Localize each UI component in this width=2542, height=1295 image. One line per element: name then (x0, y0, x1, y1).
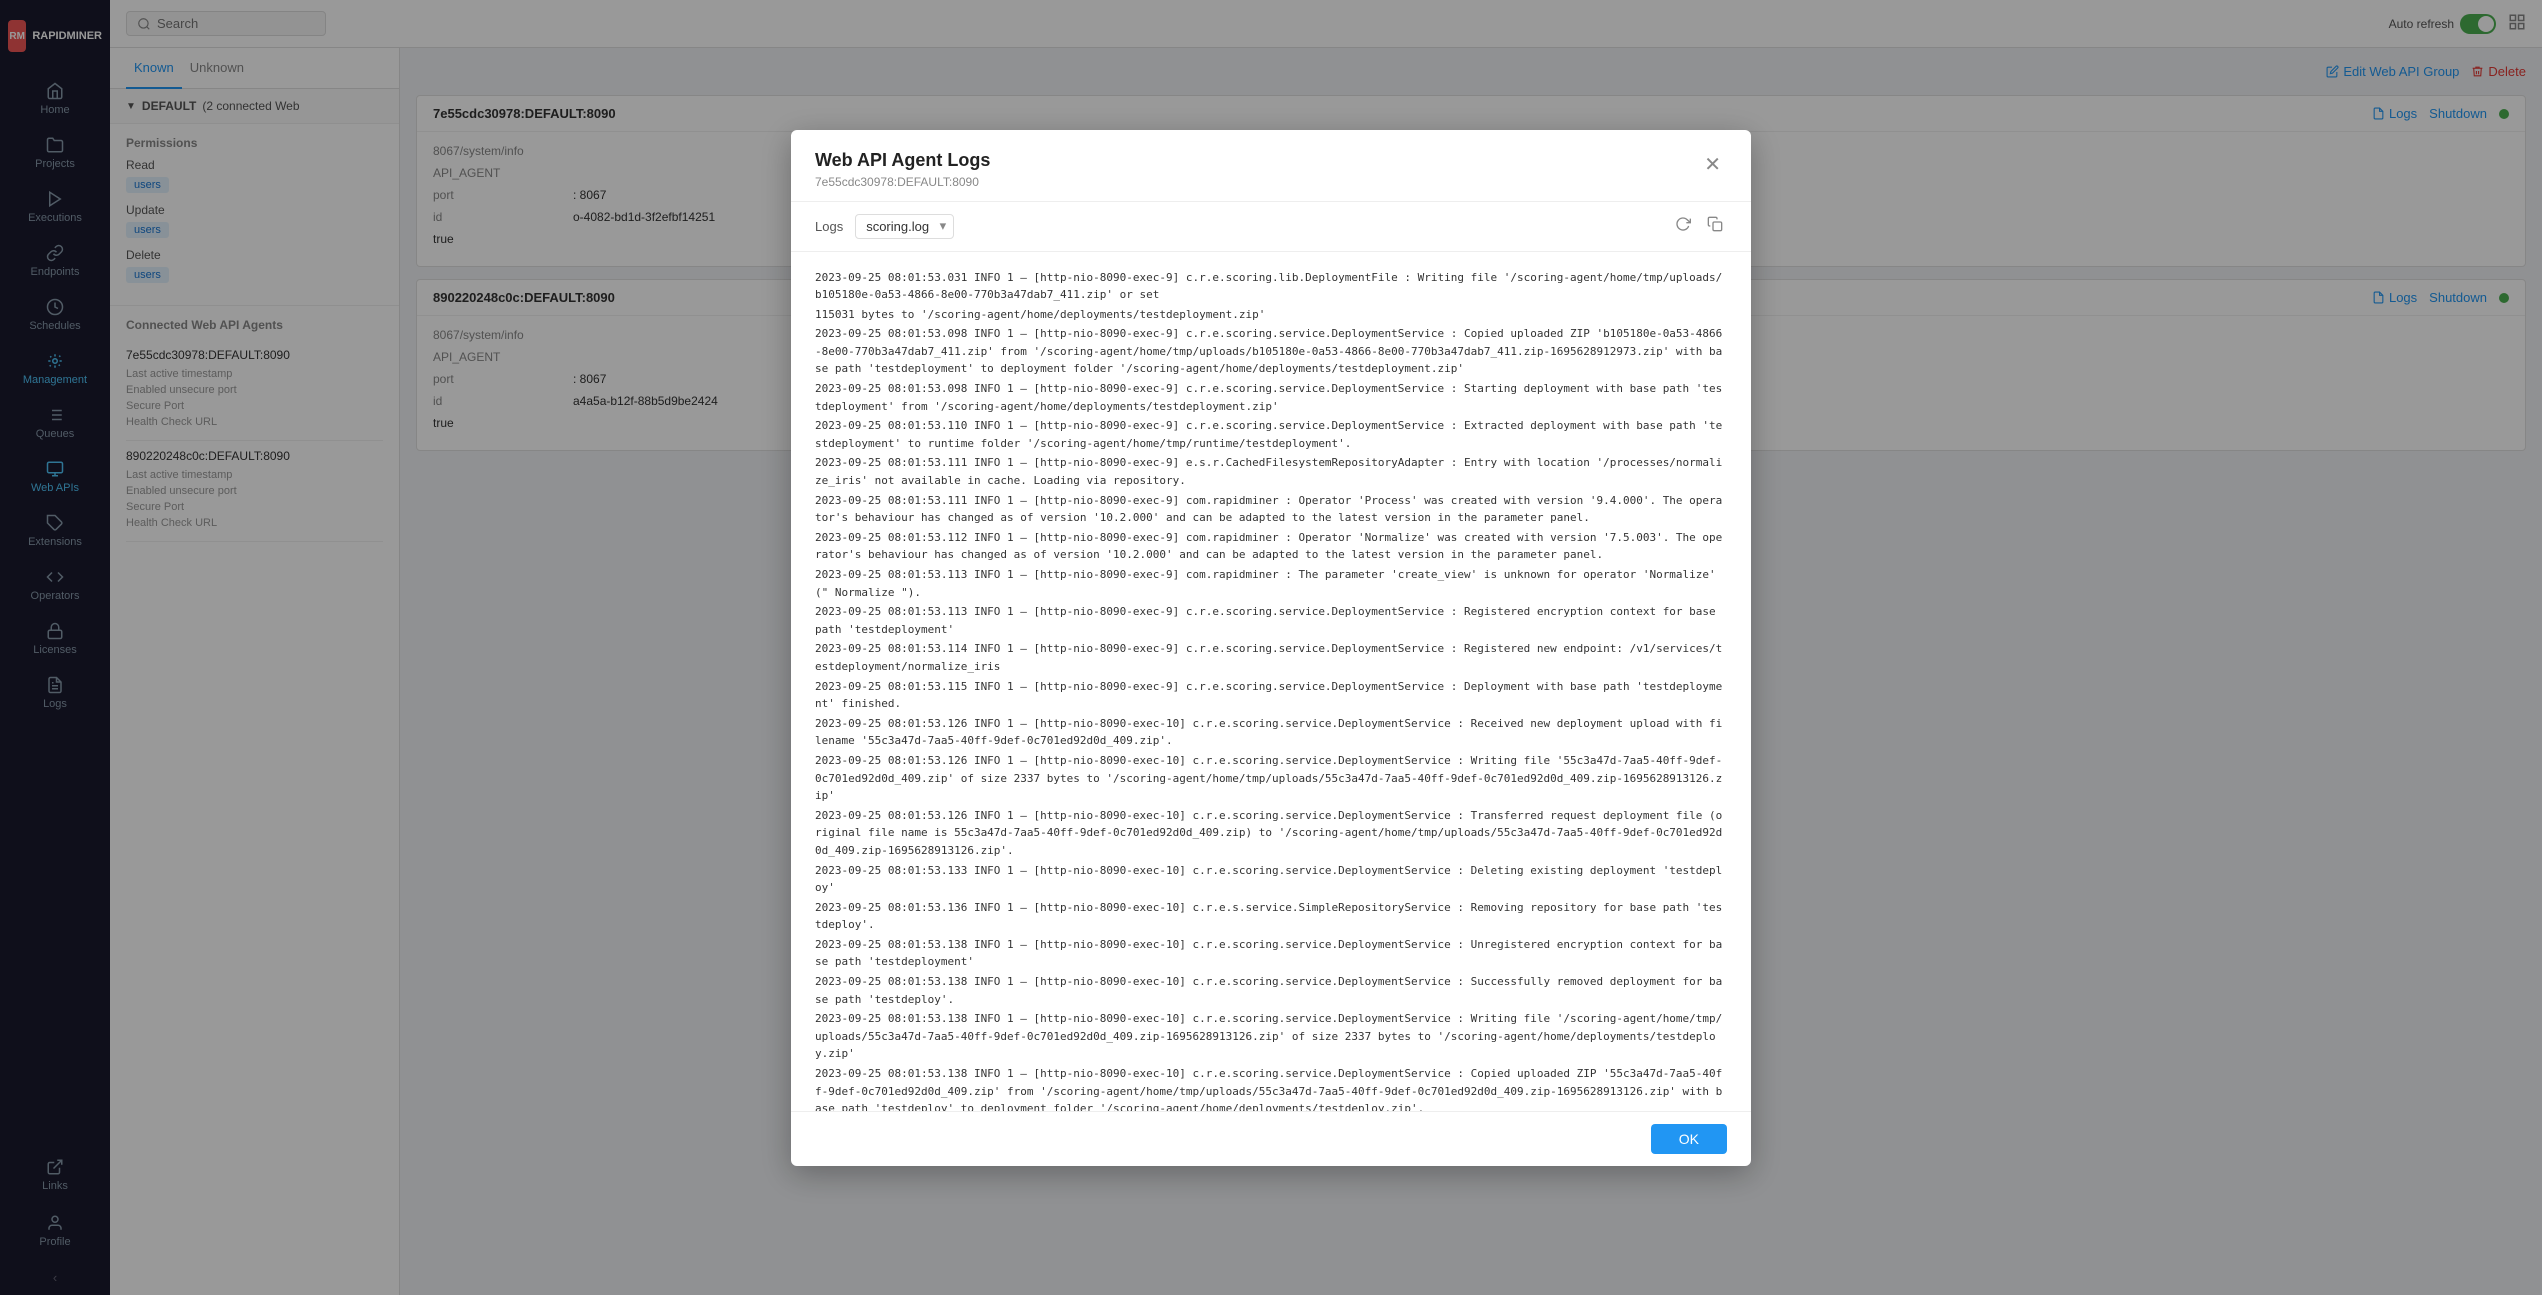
log-file-select[interactable]: scoring.log (855, 214, 954, 239)
log-line: 2023-09-25 08:01:53.115 INFO 1 — [http-n… (815, 677, 1727, 714)
log-line: 2023-09-25 08:01:53.138 INFO 1 — [http-n… (815, 1009, 1727, 1064)
modal-footer: OK (791, 1111, 1751, 1166)
log-line: 2023-09-25 08:01:53.098 INFO 1 — [http-n… (815, 379, 1727, 416)
log-line: 2023-09-25 08:01:53.126 INFO 1 — [http-n… (815, 714, 1727, 751)
modal-toolbar: Logs scoring.log ▾ (791, 202, 1751, 252)
log-line: 2023-09-25 08:01:53.098 INFO 1 — [http-n… (815, 324, 1727, 379)
modal-overlay[interactable]: Web API Agent Logs 7e55cdc30978:DEFAULT:… (0, 0, 2542, 1295)
log-line: 2023-09-25 08:01:53.111 INFO 1 — [http-n… (815, 491, 1727, 528)
log-line: 2023-09-25 08:01:53.138 INFO 1 — [http-n… (815, 972, 1727, 1009)
log-line: 2023-09-25 08:01:53.114 INFO 1 — [http-n… (815, 639, 1727, 676)
log-line: 2023-09-25 08:01:53.110 INFO 1 — [http-n… (815, 416, 1727, 453)
log-line: 2023-09-25 08:01:53.136 INFO 1 — [http-n… (815, 898, 1727, 935)
ok-button[interactable]: OK (1651, 1124, 1727, 1154)
modal-body: 2023-09-25 08:01:53.031 INFO 1 — [http-n… (791, 252, 1751, 1111)
log-line: 2023-09-25 08:01:53.031 INFO 1 — [http-n… (815, 268, 1727, 305)
log-select-container: scoring.log ▾ (855, 214, 954, 239)
logs-label: Logs (815, 219, 843, 234)
refresh-logs-button[interactable] (1671, 212, 1695, 241)
log-line: 2023-09-25 08:01:53.113 INFO 1 — [http-n… (815, 602, 1727, 639)
log-line: 2023-09-25 08:01:53.113 INFO 1 — [http-n… (815, 565, 1727, 602)
log-line: 2023-09-25 08:01:53.138 INFO 1 — [http-n… (815, 935, 1727, 972)
refresh-icon (1675, 216, 1691, 232)
copy-logs-button[interactable] (1703, 212, 1727, 241)
modal-toolbar-icons (1671, 212, 1727, 241)
modal-title: Web API Agent Logs (815, 150, 990, 171)
copy-icon (1707, 216, 1723, 232)
modal-close-button[interactable]: ✕ (1698, 150, 1727, 179)
modal-header-text: Web API Agent Logs 7e55cdc30978:DEFAULT:… (815, 150, 990, 189)
log-line: 2023-09-25 08:01:53.111 INFO 1 — [http-n… (815, 453, 1727, 490)
log-line: 2023-09-25 08:01:53.133 INFO 1 — [http-n… (815, 861, 1727, 898)
log-line: 2023-09-25 08:01:53.126 INFO 1 — [http-n… (815, 751, 1727, 806)
log-line: 2023-09-25 08:01:53.126 INFO 1 — [http-n… (815, 806, 1727, 861)
log-line: 2023-09-25 08:01:53.112 INFO 1 — [http-n… (815, 528, 1727, 565)
logs-modal: Web API Agent Logs 7e55cdc30978:DEFAULT:… (791, 130, 1751, 1166)
log-line: 115031 bytes to '/scoring-agent/home/dep… (815, 305, 1727, 325)
modal-subtitle: 7e55cdc30978:DEFAULT:8090 (815, 175, 990, 189)
log-line: 2023-09-25 08:01:53.138 INFO 1 — [http-n… (815, 1064, 1727, 1110)
modal-header: Web API Agent Logs 7e55cdc30978:DEFAULT:… (791, 130, 1751, 202)
